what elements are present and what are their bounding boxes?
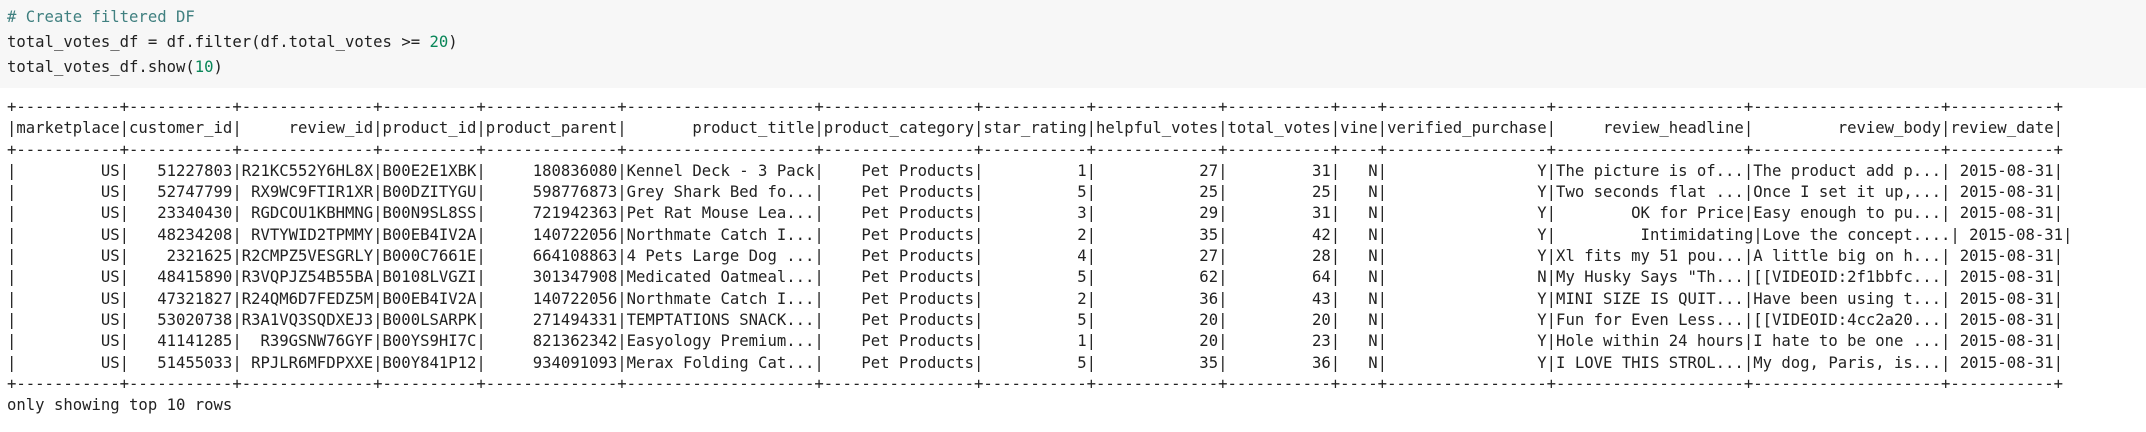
code-threshold-number: 20 (429, 33, 449, 51)
output-line: +-----------+-----------+--------------+… (7, 98, 2064, 116)
output-line: +-----------+-----------+--------------+… (7, 374, 2064, 393)
output-line: | US| 23340430| RGDCOU1KBHMNG|B00N9SL8SS… (7, 204, 2064, 223)
output-line: | US| 51227803|R21KC552Y6HL8X|B00E2E1XBK… (7, 161, 2064, 180)
output-line: | US| 48415890|R3VQPJZ54B55BA|B0108LVGZI… (7, 268, 2064, 287)
code-cell[interactable]: # Create filtered DF total_votes_df = df… (0, 0, 2146, 88)
output-line: +-----------+-----------+--------------+… (7, 140, 2064, 159)
code-assign: = df. (138, 33, 195, 51)
output-line: | US| 51455033| RPJLR6MFDPXXE|B00Y841P12… (7, 353, 2064, 372)
code-var: total_votes_df (7, 33, 139, 51)
code-close-paren: ) (448, 33, 458, 51)
cell-output: +-----------+-----------+--------------+… (7, 97, 2072, 416)
output-line: | US| 41141285| R39GSNW76GYF|B00YS9HI7C|… (7, 332, 2064, 351)
code-comment: # Create filtered DF (7, 8, 195, 26)
code-show-close: ) (213, 58, 223, 76)
code-filter-func: filter (194, 33, 252, 51)
output-line: | US| 47321827|R24QM6D7FEDZ5M|B00EB4IV2A… (7, 289, 2064, 308)
code-line-show: total_votes_df.show(10) (7, 55, 2146, 80)
output-line: | US| 53020738|R3A1VQ3SQDXEJ3|B000LSARPK… (7, 310, 2064, 329)
output-line: only showing top 10 rows (7, 396, 233, 415)
code-line-filter: total_votes_df = df.filter(df.total_vote… (7, 30, 2146, 55)
output-line: |marketplace|customer_id| review_id|prod… (7, 119, 2064, 138)
output-line: | US| 48234208| RVTYWID2TPMMY|B00EB4IV2A… (7, 225, 2073, 244)
code-filter-args: (df.total_votes >= (251, 33, 430, 51)
code-line-comment: # Create filtered DF (7, 5, 2146, 30)
output-line: | US| 52747799| RX9WC9FTIR1XR|B00DZITYGU… (7, 183, 2064, 202)
code-show-call: total_votes_df.show( (7, 58, 195, 76)
output-line: | US| 2321625|R2CMPZ5VESGRLY|B000C7661E|… (7, 247, 2064, 266)
code-show-number: 10 (194, 58, 214, 76)
